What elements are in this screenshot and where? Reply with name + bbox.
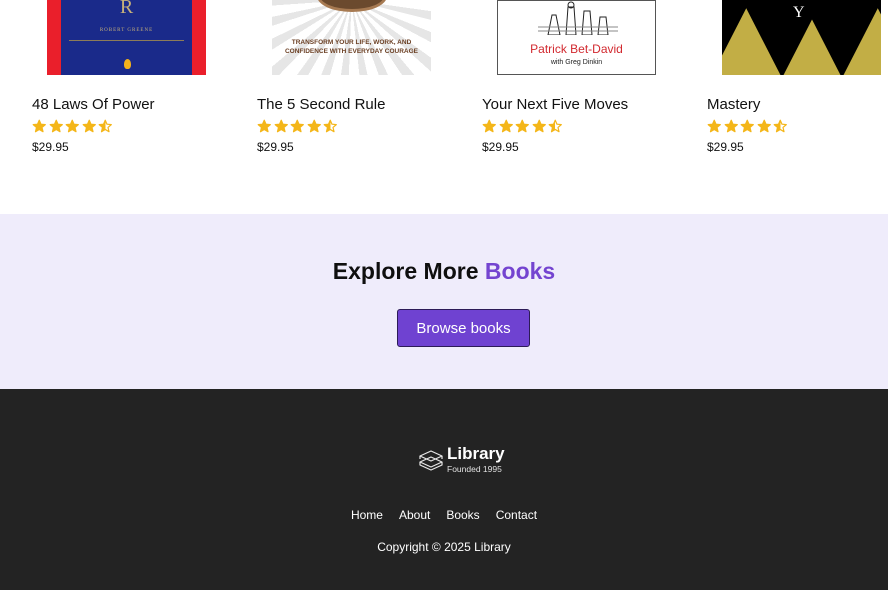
- star-full-icon: [274, 119, 288, 133]
- footer-link-about[interactable]: About: [399, 508, 430, 522]
- book-grid: R ROBERT GREENE 48 Laws Of Power $29.95 …: [0, 0, 888, 214]
- book-cover[interactable]: R ROBERT GREENE: [47, 0, 206, 75]
- star-full-icon: [757, 119, 771, 133]
- star-full-icon: [307, 119, 321, 133]
- book-cover[interactable]: Y: [722, 0, 881, 75]
- star-half-icon: [323, 119, 337, 133]
- book-title[interactable]: Mastery: [707, 96, 760, 113]
- footer-link-books[interactable]: Books: [446, 508, 479, 522]
- cover-letter: Y: [793, 4, 805, 21]
- explore-heading: Explore More Books: [0, 258, 888, 285]
- book-cover[interactable]: TRANSFORM YOUR LIFE, WORK, AND CONFIDENC…: [272, 0, 431, 75]
- cover-author: ROBERT GREENE: [99, 28, 154, 33]
- brand-name: Library: [447, 444, 505, 463]
- star-full-icon: [32, 119, 46, 133]
- book-title[interactable]: 48 Laws Of Power: [32, 96, 155, 113]
- book-cover[interactable]: Patrick Bet-David with Greg Dinkin: [497, 0, 656, 75]
- star-full-icon: [65, 119, 79, 133]
- star-rating: [257, 119, 338, 134]
- star-rating: [32, 119, 113, 134]
- book-price: $29.95: [482, 140, 519, 154]
- footer-link-home[interactable]: Home: [351, 508, 383, 522]
- star-full-icon: [707, 119, 721, 133]
- star-full-icon: [482, 119, 496, 133]
- footer: Library Founded 1995 Home About Books Co…: [0, 389, 888, 590]
- copyright-text: Copyright © 2025 Library: [377, 540, 511, 554]
- star-full-icon: [257, 119, 271, 133]
- explore-heading-prefix: Explore More: [332, 258, 479, 284]
- star-full-icon: [740, 119, 754, 133]
- book-price: $29.95: [707, 140, 744, 154]
- footer-link-contact[interactable]: Contact: [496, 508, 537, 522]
- brand-subtitle: Founded 1995: [447, 464, 502, 474]
- star-full-icon: [532, 119, 546, 133]
- chess-pieces-icon: [538, 1, 618, 35]
- star-full-icon: [515, 119, 529, 133]
- book-price: $29.95: [257, 140, 294, 154]
- book-title[interactable]: The 5 Second Rule: [257, 96, 385, 113]
- cover-tagline: TRANSFORM YOUR LIFE, WORK, AND CONFIDENC…: [284, 39, 419, 55]
- books-stack-icon: [419, 450, 443, 471]
- explore-section: Explore More Books Browse books: [0, 214, 888, 389]
- book-title[interactable]: Your Next Five Moves: [482, 96, 628, 113]
- star-full-icon: [499, 119, 513, 133]
- star-rating: [482, 119, 563, 134]
- cover-author: Patrick Bet-David: [530, 42, 623, 56]
- star-full-icon: [49, 119, 63, 133]
- book-price: $29.95: [32, 140, 69, 154]
- star-full-icon: [290, 119, 304, 133]
- penguin-logo-icon: [123, 59, 131, 69]
- brand-logo[interactable]: Library Founded 1995: [418, 444, 518, 474]
- footer-nav: Home About Books Contact: [0, 508, 888, 522]
- explore-heading-accent: Books: [484, 258, 556, 284]
- star-full-icon: [82, 119, 96, 133]
- star-half-icon: [98, 119, 112, 133]
- star-half-icon: [548, 119, 562, 133]
- browse-books-button[interactable]: Browse books: [397, 309, 530, 347]
- star-half-icon: [773, 119, 787, 133]
- cover-letter: R: [119, 0, 134, 18]
- star-rating: [707, 119, 788, 134]
- cover-coauthor: with Greg Dinkin: [550, 59, 603, 66]
- star-full-icon: [724, 119, 738, 133]
